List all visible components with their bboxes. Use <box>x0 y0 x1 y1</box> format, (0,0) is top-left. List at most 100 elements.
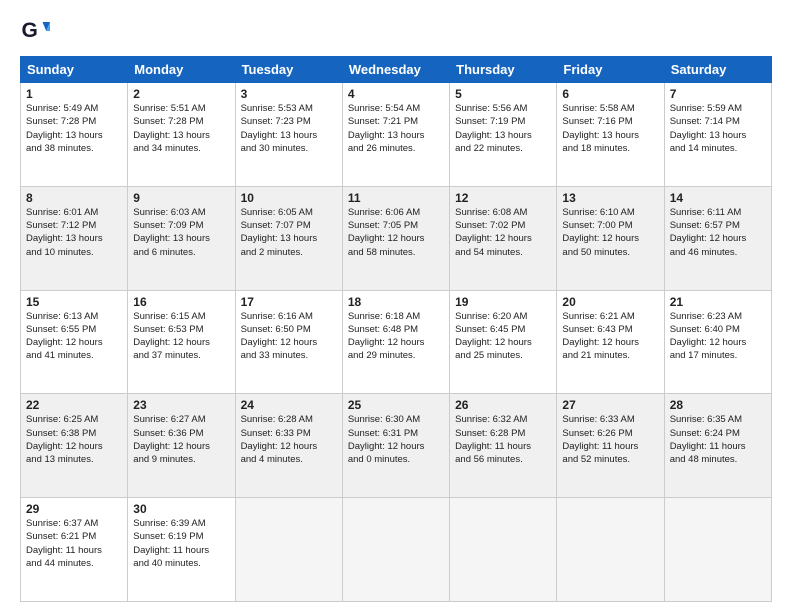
calendar-cell: 25Sunrise: 6:30 AM Sunset: 6:31 PM Dayli… <box>342 394 449 498</box>
calendar-cell: 1Sunrise: 5:49 AM Sunset: 7:28 PM Daylig… <box>21 83 128 187</box>
day-info: Sunrise: 6:39 AM Sunset: 6:19 PM Dayligh… <box>133 517 229 570</box>
calendar-cell: 19Sunrise: 6:20 AM Sunset: 6:45 PM Dayli… <box>450 290 557 394</box>
calendar-cell: 24Sunrise: 6:28 AM Sunset: 6:33 PM Dayli… <box>235 394 342 498</box>
day-number: 10 <box>241 191 337 205</box>
day-info: Sunrise: 6:08 AM Sunset: 7:02 PM Dayligh… <box>455 206 551 259</box>
day-number: 28 <box>670 398 766 412</box>
day-number: 15 <box>26 295 122 309</box>
calendar-cell <box>450 498 557 602</box>
day-info: Sunrise: 5:54 AM Sunset: 7:21 PM Dayligh… <box>348 102 444 155</box>
calendar-cell: 30Sunrise: 6:39 AM Sunset: 6:19 PM Dayli… <box>128 498 235 602</box>
week-row-3: 15Sunrise: 6:13 AM Sunset: 6:55 PM Dayli… <box>21 290 772 394</box>
day-info: Sunrise: 6:30 AM Sunset: 6:31 PM Dayligh… <box>348 413 444 466</box>
day-number: 4 <box>348 87 444 101</box>
week-row-2: 8Sunrise: 6:01 AM Sunset: 7:12 PM Daylig… <box>21 186 772 290</box>
day-number: 19 <box>455 295 551 309</box>
day-info: Sunrise: 6:32 AM Sunset: 6:28 PM Dayligh… <box>455 413 551 466</box>
svg-text:G: G <box>22 19 38 42</box>
weekday-header-monday: Monday <box>128 57 235 83</box>
day-number: 26 <box>455 398 551 412</box>
day-info: Sunrise: 6:13 AM Sunset: 6:55 PM Dayligh… <box>26 310 122 363</box>
day-number: 29 <box>26 502 122 516</box>
day-number: 8 <box>26 191 122 205</box>
calendar-cell: 29Sunrise: 6:37 AM Sunset: 6:21 PM Dayli… <box>21 498 128 602</box>
header: G <box>20 16 772 46</box>
weekday-header-saturday: Saturday <box>664 57 771 83</box>
day-number: 12 <box>455 191 551 205</box>
day-number: 5 <box>455 87 551 101</box>
day-number: 30 <box>133 502 229 516</box>
day-number: 1 <box>26 87 122 101</box>
day-number: 17 <box>241 295 337 309</box>
day-number: 24 <box>241 398 337 412</box>
day-number: 9 <box>133 191 229 205</box>
day-info: Sunrise: 6:18 AM Sunset: 6:48 PM Dayligh… <box>348 310 444 363</box>
weekday-header-row: SundayMondayTuesdayWednesdayThursdayFrid… <box>21 57 772 83</box>
day-info: Sunrise: 5:56 AM Sunset: 7:19 PM Dayligh… <box>455 102 551 155</box>
calendar-cell: 20Sunrise: 6:21 AM Sunset: 6:43 PM Dayli… <box>557 290 664 394</box>
calendar-cell: 10Sunrise: 6:05 AM Sunset: 7:07 PM Dayli… <box>235 186 342 290</box>
calendar-cell: 17Sunrise: 6:16 AM Sunset: 6:50 PM Dayli… <box>235 290 342 394</box>
day-info: Sunrise: 5:49 AM Sunset: 7:28 PM Dayligh… <box>26 102 122 155</box>
calendar-cell: 23Sunrise: 6:27 AM Sunset: 6:36 PM Dayli… <box>128 394 235 498</box>
day-info: Sunrise: 5:53 AM Sunset: 7:23 PM Dayligh… <box>241 102 337 155</box>
calendar-cell: 21Sunrise: 6:23 AM Sunset: 6:40 PM Dayli… <box>664 290 771 394</box>
day-number: 6 <box>562 87 658 101</box>
day-info: Sunrise: 6:27 AM Sunset: 6:36 PM Dayligh… <box>133 413 229 466</box>
calendar-cell: 8Sunrise: 6:01 AM Sunset: 7:12 PM Daylig… <box>21 186 128 290</box>
week-row-5: 29Sunrise: 6:37 AM Sunset: 6:21 PM Dayli… <box>21 498 772 602</box>
day-info: Sunrise: 6:33 AM Sunset: 6:26 PM Dayligh… <box>562 413 658 466</box>
day-info: Sunrise: 5:59 AM Sunset: 7:14 PM Dayligh… <box>670 102 766 155</box>
calendar-cell: 14Sunrise: 6:11 AM Sunset: 6:57 PM Dayli… <box>664 186 771 290</box>
weekday-header-wednesday: Wednesday <box>342 57 449 83</box>
day-info: Sunrise: 6:05 AM Sunset: 7:07 PM Dayligh… <box>241 206 337 259</box>
calendar-cell: 9Sunrise: 6:03 AM Sunset: 7:09 PM Daylig… <box>128 186 235 290</box>
day-info: Sunrise: 6:20 AM Sunset: 6:45 PM Dayligh… <box>455 310 551 363</box>
calendar-cell: 13Sunrise: 6:10 AM Sunset: 7:00 PM Dayli… <box>557 186 664 290</box>
weekday-header-sunday: Sunday <box>21 57 128 83</box>
calendar-cell: 7Sunrise: 5:59 AM Sunset: 7:14 PM Daylig… <box>664 83 771 187</box>
day-number: 20 <box>562 295 658 309</box>
weekday-header-friday: Friday <box>557 57 664 83</box>
day-number: 3 <box>241 87 337 101</box>
day-number: 16 <box>133 295 229 309</box>
day-number: 23 <box>133 398 229 412</box>
calendar-cell: 22Sunrise: 6:25 AM Sunset: 6:38 PM Dayli… <box>21 394 128 498</box>
week-row-1: 1Sunrise: 5:49 AM Sunset: 7:28 PM Daylig… <box>21 83 772 187</box>
day-number: 2 <box>133 87 229 101</box>
day-info: Sunrise: 6:10 AM Sunset: 7:00 PM Dayligh… <box>562 206 658 259</box>
calendar-cell: 11Sunrise: 6:06 AM Sunset: 7:05 PM Dayli… <box>342 186 449 290</box>
day-info: Sunrise: 6:37 AM Sunset: 6:21 PM Dayligh… <box>26 517 122 570</box>
calendar-cell: 28Sunrise: 6:35 AM Sunset: 6:24 PM Dayli… <box>664 394 771 498</box>
page: G SundayMondayTuesdayWednesdayThursdayFr… <box>0 0 792 612</box>
day-info: Sunrise: 6:15 AM Sunset: 6:53 PM Dayligh… <box>133 310 229 363</box>
logo: G <box>20 16 54 46</box>
calendar-cell: 27Sunrise: 6:33 AM Sunset: 6:26 PM Dayli… <box>557 394 664 498</box>
day-number: 27 <box>562 398 658 412</box>
calendar-cell: 4Sunrise: 5:54 AM Sunset: 7:21 PM Daylig… <box>342 83 449 187</box>
day-info: Sunrise: 6:06 AM Sunset: 7:05 PM Dayligh… <box>348 206 444 259</box>
day-number: 13 <box>562 191 658 205</box>
calendar-cell: 26Sunrise: 6:32 AM Sunset: 6:28 PM Dayli… <box>450 394 557 498</box>
calendar-cell: 3Sunrise: 5:53 AM Sunset: 7:23 PM Daylig… <box>235 83 342 187</box>
calendar-cell: 12Sunrise: 6:08 AM Sunset: 7:02 PM Dayli… <box>450 186 557 290</box>
day-number: 11 <box>348 191 444 205</box>
calendar-cell: 15Sunrise: 6:13 AM Sunset: 6:55 PM Dayli… <box>21 290 128 394</box>
day-number: 14 <box>670 191 766 205</box>
weekday-header-thursday: Thursday <box>450 57 557 83</box>
day-number: 7 <box>670 87 766 101</box>
calendar-cell <box>342 498 449 602</box>
day-info: Sunrise: 6:23 AM Sunset: 6:40 PM Dayligh… <box>670 310 766 363</box>
day-info: Sunrise: 6:28 AM Sunset: 6:33 PM Dayligh… <box>241 413 337 466</box>
day-number: 18 <box>348 295 444 309</box>
day-info: Sunrise: 5:58 AM Sunset: 7:16 PM Dayligh… <box>562 102 658 155</box>
day-info: Sunrise: 6:25 AM Sunset: 6:38 PM Dayligh… <box>26 413 122 466</box>
day-info: Sunrise: 5:51 AM Sunset: 7:28 PM Dayligh… <box>133 102 229 155</box>
calendar-cell: 6Sunrise: 5:58 AM Sunset: 7:16 PM Daylig… <box>557 83 664 187</box>
weekday-header-tuesday: Tuesday <box>235 57 342 83</box>
day-number: 22 <box>26 398 122 412</box>
day-number: 21 <box>670 295 766 309</box>
calendar-cell: 2Sunrise: 5:51 AM Sunset: 7:28 PM Daylig… <box>128 83 235 187</box>
day-info: Sunrise: 6:01 AM Sunset: 7:12 PM Dayligh… <box>26 206 122 259</box>
calendar-table: SundayMondayTuesdayWednesdayThursdayFrid… <box>20 56 772 602</box>
